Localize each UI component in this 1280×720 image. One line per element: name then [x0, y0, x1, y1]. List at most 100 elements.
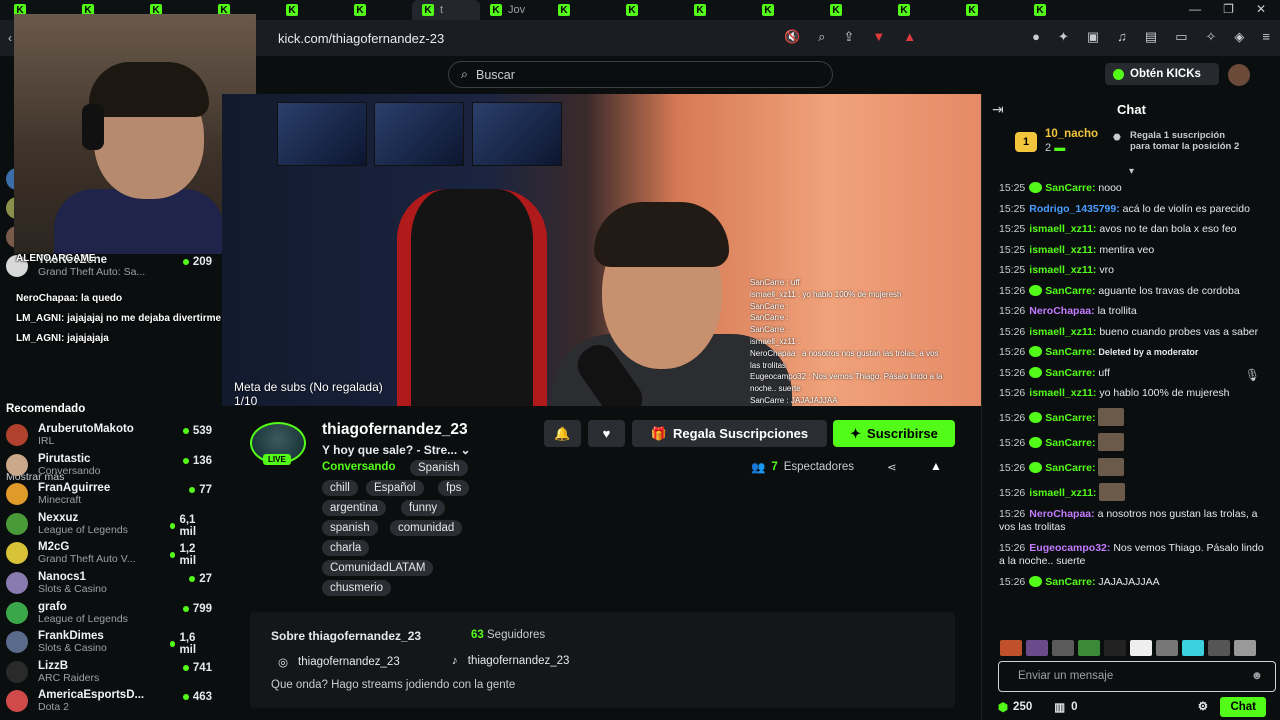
media-icon[interactable]: ▣ — [1087, 29, 1099, 45]
points-count[interactable]: 250 — [1013, 701, 1032, 713]
maximize-icon[interactable]: ❐ — [1223, 2, 1234, 16]
message-user[interactable]: Rodrigo_1435799 — [1029, 203, 1116, 215]
search-input[interactable]: ⌕ Buscar — [448, 61, 833, 88]
video-player[interactable]: SanCarre : uff ismaell_xz11 : yo hablo 10… — [222, 94, 981, 406]
message-user[interactable]: SanCarre — [1045, 346, 1092, 358]
follow-button[interactable]: ♥ — [588, 420, 625, 447]
tiktok-link[interactable]: ♪ thiagofernandez_23 — [452, 655, 569, 667]
stream-tag[interactable]: comunidad — [390, 520, 463, 536]
browser-tab[interactable]: K — [1024, 0, 1092, 20]
browser-tab[interactable]: K — [888, 0, 956, 20]
message-user[interactable]: SanCarre — [1045, 182, 1092, 194]
browser-tab[interactable]: K — [616, 0, 684, 20]
instagram-link[interactable]: ◎ thiagofernandez_23 — [278, 655, 400, 669]
close-icon[interactable]: ✕ — [1256, 2, 1266, 16]
stream-tag[interactable]: ComunidadLATAM — [322, 560, 434, 576]
chat-message[interactable]: 15:25 ismaell_xz11: avos no te dan bola x… — [999, 223, 1269, 237]
chat-message[interactable]: 15:25 Rodrigo_1435799: acá lo de violín e… — [999, 203, 1269, 217]
sidebar-channel[interactable]: FrankDimes Slots & Casino 1,6 mil — [6, 630, 212, 656]
message-user[interactable]: ismaell_xz11 — [1029, 326, 1093, 338]
message-user[interactable]: SanCarre — [1045, 437, 1092, 449]
stream-tag[interactable]: argentina — [322, 500, 386, 516]
message-user[interactable]: SanCarre — [1045, 462, 1092, 474]
stream-tag[interactable]: charla — [322, 540, 370, 556]
chat-message[interactable]: 15:26 SanCarre: — [999, 407, 1269, 426]
sidebar-channel[interactable]: Nanocs1 Slots & Casino 27 — [6, 571, 212, 595]
stream-tag[interactable]: fps — [438, 480, 470, 496]
browser-tab[interactable]: K — [344, 0, 412, 20]
chat-message[interactable]: 15:26 SanCarre: — [999, 432, 1269, 451]
chat-message[interactable]: 15:25 SanCarre: nooo — [999, 182, 1269, 196]
url-field[interactable]: kick.com/thiagofernandez-23 — [278, 31, 444, 46]
extension-icon[interactable]: ● — [1032, 29, 1040, 45]
share-icon[interactable]: ⇪ — [843, 29, 854, 45]
gift-subs-button[interactable]: 🎁 Regala Suscripciones — [632, 420, 827, 447]
expand-leaderboard-icon[interactable]: ▾ — [1129, 166, 1134, 177]
alert-icon[interactable]: ▲ — [903, 29, 916, 45]
browser-tab[interactable]: K Jov — [480, 0, 548, 20]
chat-message[interactable]: 15:25 ismaell_xz11: mentira veo — [999, 244, 1269, 258]
user-avatar[interactable] — [1228, 64, 1250, 86]
browser-tab[interactable]: K — [752, 0, 820, 20]
sidebar-channel[interactable]: LizzB ARC Raiders 741 — [6, 660, 212, 684]
back-icon[interactable]: ‹ — [8, 31, 12, 45]
chat-input[interactable]: Enviar un mensaje ☻ — [998, 661, 1276, 692]
browser-tab[interactable]: K — [684, 0, 752, 20]
menu-icon[interactable]: ≡ — [1262, 29, 1270, 45]
zoom-icon[interactable]: ⌕ — [818, 29, 825, 45]
message-user[interactable]: ismaell_xz11 — [1029, 264, 1093, 276]
browser-tab[interactable]: K — [276, 0, 344, 20]
chat-message[interactable]: 15:26 NeroChapaa: a nosotros nos gustan l… — [999, 508, 1269, 535]
sidebar-channel[interactable]: Nexxuz League of Legends 6,1 mil — [6, 512, 212, 538]
notify-button[interactable]: 🔔 — [544, 420, 581, 447]
music-icon[interactable]: ♫ — [1117, 29, 1127, 45]
minimize-icon[interactable]: — — [1189, 2, 1201, 16]
chat-message[interactable]: 15:26 SanCarre: Deleted by a moderator — [999, 346, 1269, 360]
chat-message[interactable]: 15:26 SanCarre: uff — [999, 366, 1269, 381]
browser-tab[interactable]: K — [820, 0, 888, 20]
message-user[interactable]: SanCarre — [1045, 285, 1092, 297]
message-user[interactable]: Eugeocampo32 — [1029, 542, 1107, 554]
chat-message[interactable]: 15:26 SanCarre: JAJAJAJJAA — [999, 575, 1269, 590]
stream-tag[interactable]: chusmerio — [322, 580, 392, 596]
get-kicks-button[interactable]: Obtén KICKs — [1105, 63, 1219, 85]
emote-bar[interactable] — [1000, 640, 1256, 656]
sidebar-channel[interactable]: AruberutoMakoto IRL 539 — [6, 423, 212, 447]
message-user[interactable]: ismaell_xz11 — [1029, 223, 1093, 235]
mute-icon[interactable]: 🔇 — [784, 29, 800, 45]
report-icon[interactable]: ▲ — [930, 459, 942, 473]
sidebar-channel[interactable]: grafo League of Legends 799 — [6, 601, 212, 625]
chat-message[interactable]: 15:26 SanCarre: — [999, 457, 1269, 476]
message-user[interactable]: NeroChapaa — [1029, 508, 1091, 520]
language-tag[interactable]: Spanish — [410, 460, 468, 476]
message-user[interactable]: SanCarre — [1045, 412, 1092, 424]
stream-tag[interactable]: Español — [366, 480, 424, 496]
chat-message[interactable]: 15:26 ismaell_xz11: yo hablo 100% de muje… — [999, 387, 1269, 401]
chat-message[interactable]: 15:25 ismaell_xz11: vro — [999, 264, 1269, 278]
chat-message[interactable]: 15:26 ismaell_xz11: bueno cuando probes v… — [999, 326, 1269, 340]
sub-leaderboard[interactable]: 1 10_nacho 2 ▬ ⬣ Regala 1 suscripción pa… — [982, 128, 1280, 177]
stream-tag[interactable]: funny — [401, 500, 446, 516]
send-chat-button[interactable]: Chat — [1220, 697, 1266, 717]
chat-message[interactable]: 15:26 Eugeocampo32: Nos vemos Thiago. Pás… — [999, 542, 1269, 569]
message-user[interactable]: ismaell_xz11 — [1029, 487, 1093, 499]
stream-tag[interactable]: chill — [322, 480, 358, 496]
sidebar-channel[interactable]: AmericaEsportsD... Dota 2 463 — [6, 689, 212, 713]
message-user[interactable]: ismaell_xz11 — [1029, 387, 1093, 399]
message-user[interactable]: SanCarre — [1045, 367, 1092, 379]
browser-tab[interactable]: K — [548, 0, 616, 20]
wallet-icon[interactable]: ▭ — [1175, 29, 1187, 45]
browser-tab[interactable]: Kt — [412, 0, 480, 20]
sidebar-channel[interactable]: M2cG Grand Theft Auto V... 1,2 mil — [6, 541, 212, 567]
chat-message[interactable]: 15:26 ismaell_xz11: — [999, 482, 1269, 501]
shield-icon[interactable]: ▼ — [872, 29, 885, 45]
sidebar-channel[interactable]: FranAguirree Minecraft 77 — [6, 482, 212, 506]
channel-name[interactable]: thiagofernandez_23 — [322, 421, 468, 439]
chat-message[interactable]: 15:26 SanCarre: aguante los travas de cor… — [999, 284, 1269, 299]
leo-icon[interactable]: ✧ — [1206, 29, 1217, 45]
expand-title-icon[interactable]: ⌄ — [461, 443, 471, 457]
sidebar-channel[interactable]: Pirutastic Conversando 136 — [6, 453, 212, 477]
collapse-chat-icon[interactable]: ⇥ — [992, 101, 1004, 118]
browser-tab[interactable]: K — [956, 0, 1024, 20]
gift-count[interactable]: 0 — [1071, 701, 1077, 713]
